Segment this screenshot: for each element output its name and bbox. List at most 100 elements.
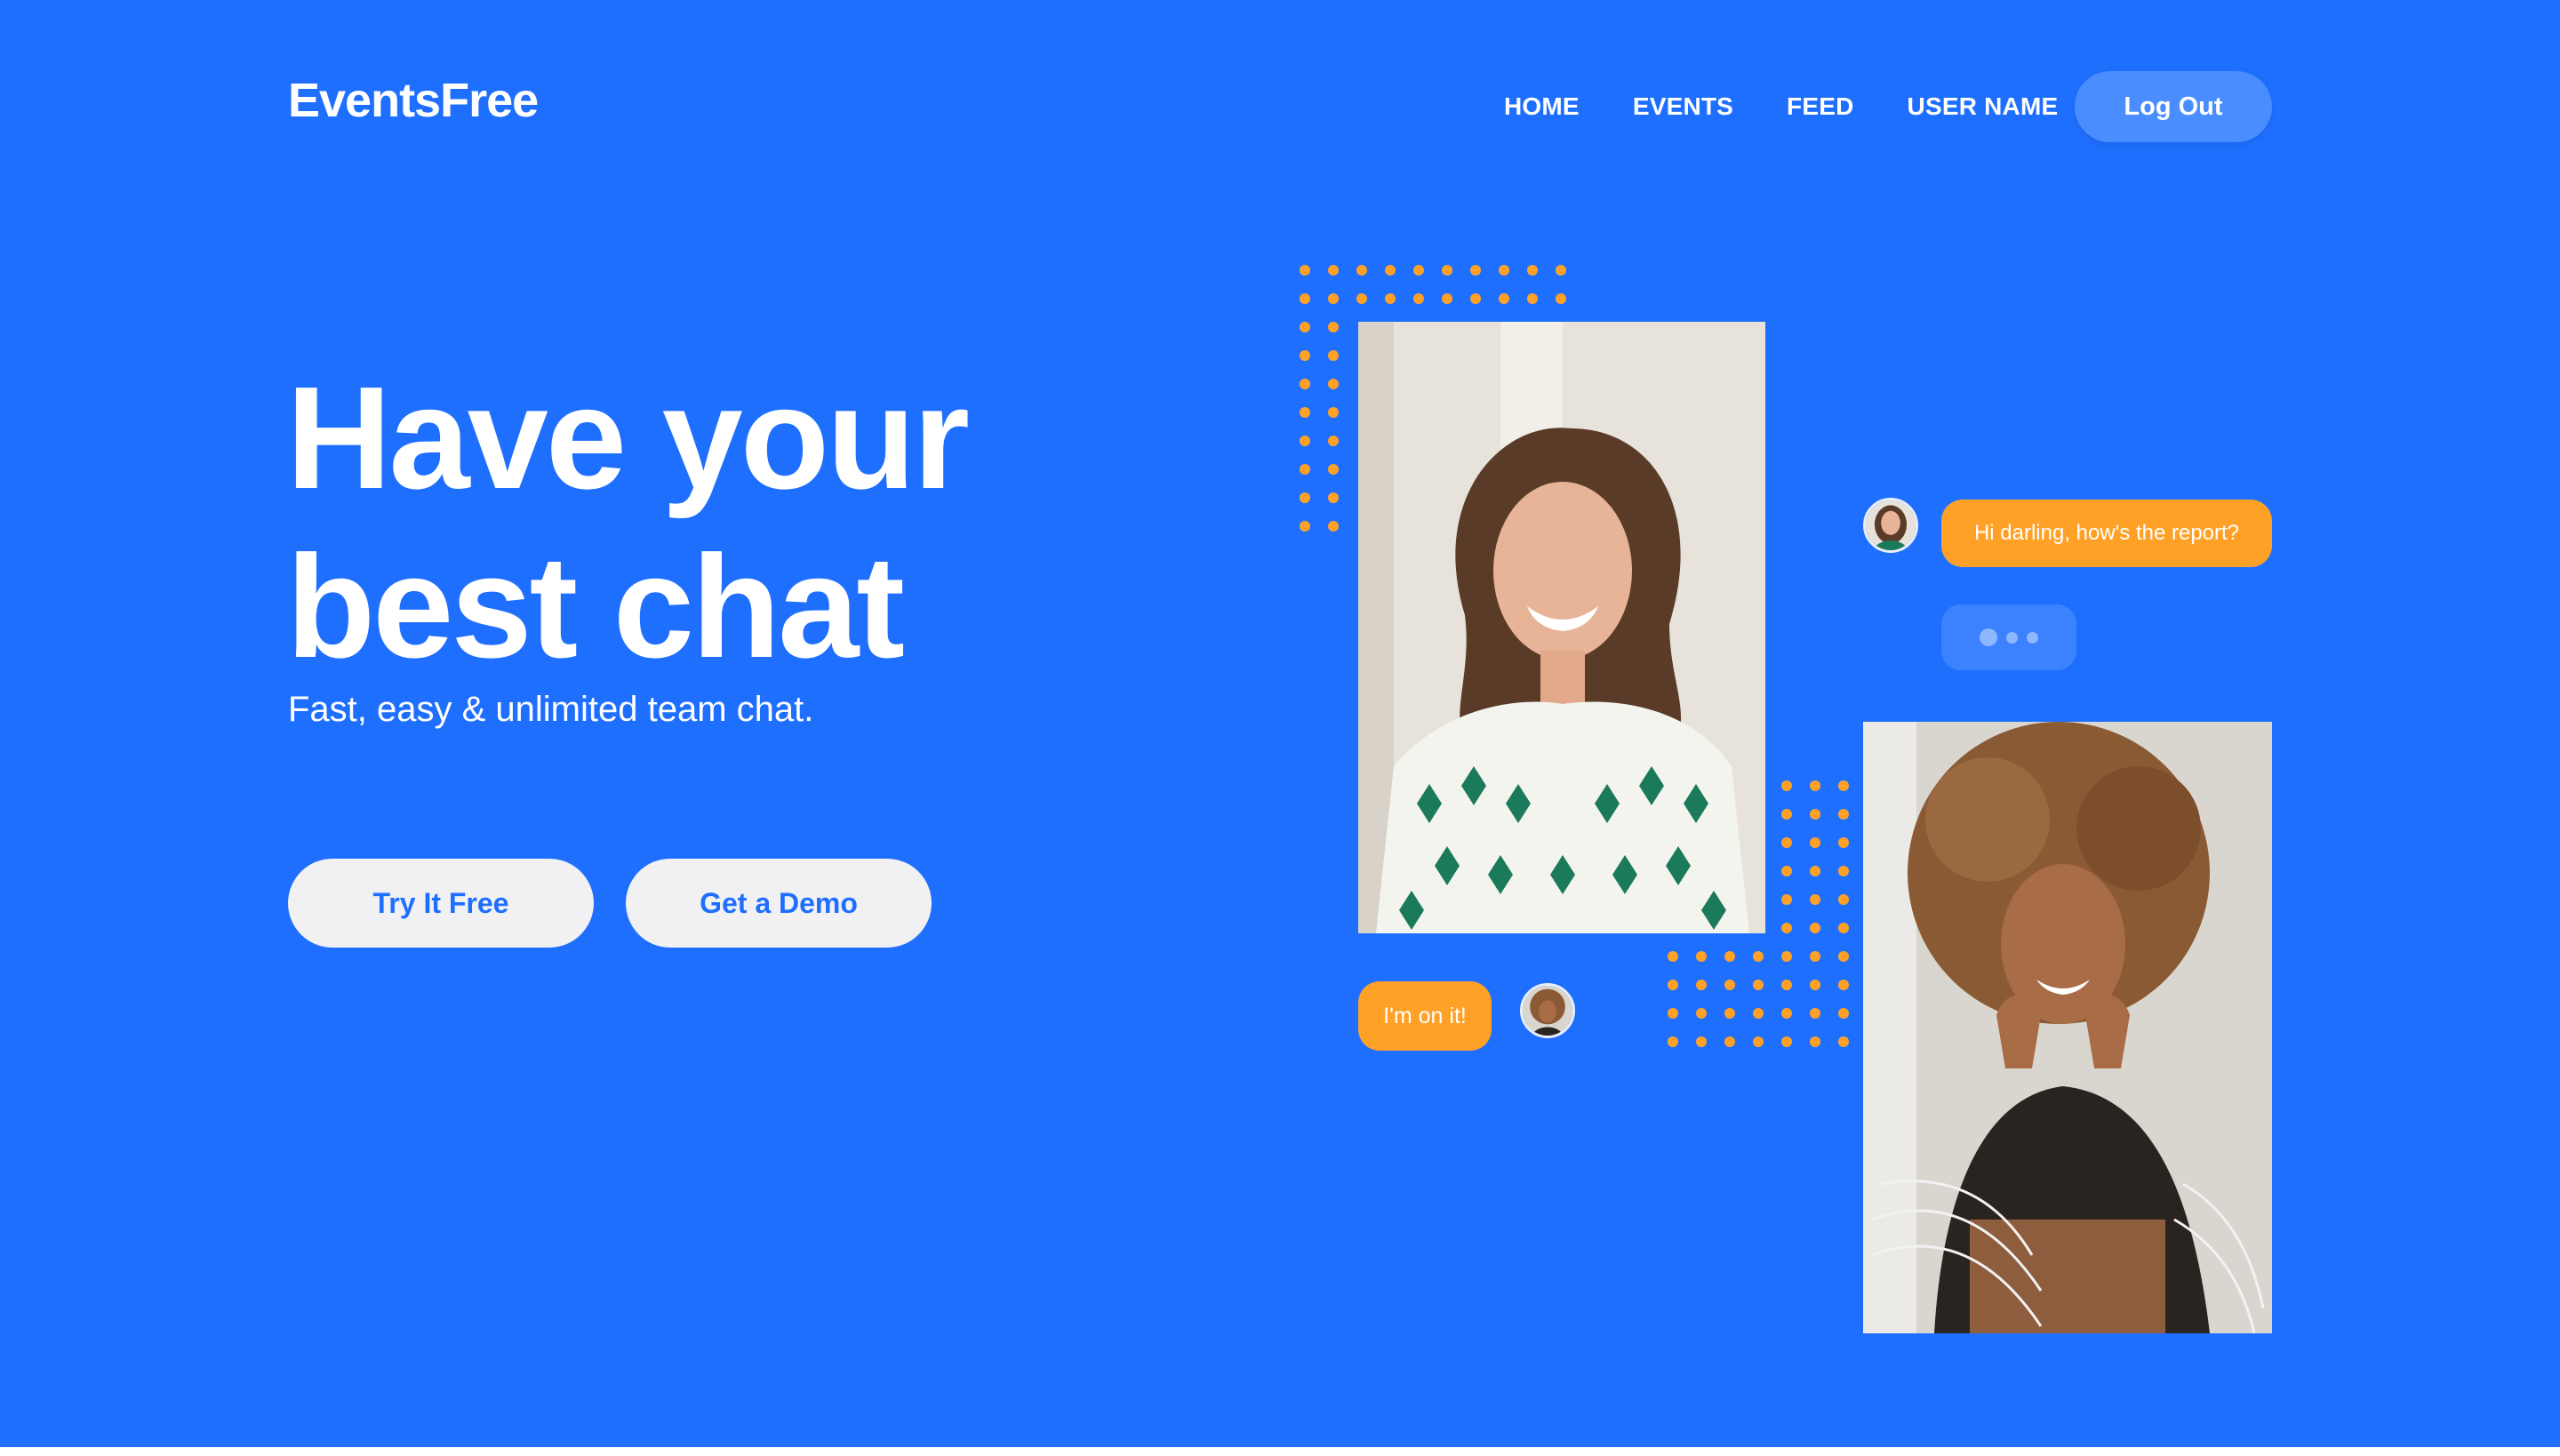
nav-events[interactable]: EVENTS: [1633, 92, 1733, 121]
chat-message-1: Hi darling, how's the report?: [1941, 500, 2272, 567]
avatar: [1863, 498, 1918, 553]
decor-dot: [1781, 894, 1792, 905]
decor-dot: [1668, 1036, 1678, 1047]
decor-dot: [1499, 293, 1509, 304]
decor-dot: [1300, 379, 1310, 389]
nav-user-name[interactable]: USER NAME: [1908, 92, 2059, 121]
decor-dot: [1838, 809, 1849, 820]
decor-dot: [1556, 293, 1566, 304]
decor-dot: [1724, 980, 1735, 990]
typing-indicator: [1941, 604, 2076, 670]
decor-dot: [1781, 1008, 1792, 1019]
decor-dot: [1810, 809, 1820, 820]
decor-dot: [1300, 492, 1310, 503]
decor-dot: [1724, 951, 1735, 962]
decor-dot: [1838, 980, 1849, 990]
decor-dot: [1300, 407, 1310, 418]
woman-photo-1: [1358, 322, 1765, 933]
decor-dot: [1300, 265, 1310, 276]
avatar: [1520, 983, 1575, 1038]
decor-dot: [1300, 521, 1310, 532]
decor-dot: [1696, 1036, 1707, 1047]
decor-dot: [1328, 492, 1339, 503]
decor-dot: [1810, 980, 1820, 990]
decor-dot: [1781, 809, 1792, 820]
decor-dot: [1724, 1008, 1735, 1019]
decor-dot: [1328, 407, 1339, 418]
main-nav: HOME EVENTS FEED USER NAME: [1458, 71, 2058, 142]
decor-dot: [1300, 350, 1310, 361]
decor-dot: [1781, 951, 1792, 962]
typing-dot: [2027, 631, 2038, 644]
decor-dot: [1810, 866, 1820, 876]
chat-message-2: I'm on it!: [1358, 981, 1492, 1051]
decor-dot: [1470, 265, 1481, 276]
decor-dot: [1781, 923, 1792, 933]
typing-dot: [1980, 628, 1997, 646]
decor-dot: [1810, 894, 1820, 905]
decor-dot: [1442, 265, 1452, 276]
try-it-free-button[interactable]: Try It Free: [288, 859, 594, 948]
decor-dot: [1300, 293, 1310, 304]
decor-dot: [1696, 1008, 1707, 1019]
headline-line-2: best chat: [286, 525, 905, 688]
decor-dot: [1838, 1008, 1849, 1019]
decor-dot: [1753, 1008, 1764, 1019]
decor-dot: [1413, 265, 1424, 276]
decor-dot: [1527, 293, 1538, 304]
decor-dot: [1328, 322, 1339, 332]
hero-headline: Have your best chat: [286, 354, 1175, 692]
logout-button[interactable]: Log Out: [2075, 71, 2272, 142]
decor-dot: [1838, 866, 1849, 876]
decor-dot: [1442, 293, 1452, 304]
nav-home[interactable]: HOME: [1504, 92, 1580, 121]
get-a-demo-button[interactable]: Get a Demo: [626, 859, 932, 948]
decor-dot: [1385, 293, 1396, 304]
decor-dot: [1810, 923, 1820, 933]
decor-dot: [1356, 265, 1367, 276]
decor-dot: [1781, 866, 1792, 876]
decor-dot: [1328, 350, 1339, 361]
decor-dot: [1724, 1036, 1735, 1047]
decor-dot: [1328, 521, 1339, 532]
decor-dot: [1810, 837, 1820, 848]
decor-dot: [1810, 951, 1820, 962]
decor-dot: [1499, 265, 1509, 276]
landing-page: EventsFree HOME EVENTS FEED USER NAME Lo…: [0, 0, 2560, 1456]
decor-dot: [1838, 923, 1849, 933]
decor-dot: [1781, 980, 1792, 990]
decor-dot: [1328, 436, 1339, 446]
decor-dot: [1838, 894, 1849, 905]
decor-dot: [1753, 980, 1764, 990]
decor-dot: [1300, 436, 1310, 446]
decor-dot: [1527, 265, 1538, 276]
decor-dot: [1696, 951, 1707, 962]
decor-dot: [1328, 379, 1339, 389]
decor-dot: [1328, 265, 1339, 276]
decor-dot: [1838, 951, 1849, 962]
decor-dot: [1556, 265, 1566, 276]
decor-dot: [1810, 1008, 1820, 1019]
decor-dot: [1300, 464, 1310, 475]
decor-dot: [1781, 837, 1792, 848]
nav-feed[interactable]: FEED: [1787, 92, 1853, 121]
decor-dot: [1470, 293, 1481, 304]
logo[interactable]: EventsFree: [288, 73, 539, 128]
decor-dot: [1668, 980, 1678, 990]
decor-dot: [1838, 1036, 1849, 1047]
decor-dot: [1328, 293, 1339, 304]
decor-dot: [1668, 951, 1678, 962]
decor-dot: [1838, 837, 1849, 848]
decor-dot: [1753, 951, 1764, 962]
decor-dot: [1781, 780, 1792, 791]
decor-dot: [1300, 322, 1310, 332]
decor-dot: [1838, 780, 1849, 791]
decor-dot: [1696, 980, 1707, 990]
headline-line-1: Have your: [286, 356, 970, 519]
page-bottom-border: [0, 1447, 2560, 1456]
decor-dot: [1356, 293, 1367, 304]
decor-dot: [1668, 1008, 1678, 1019]
decor-dot: [1413, 293, 1424, 304]
decor-dot: [1753, 1036, 1764, 1047]
decor-dot: [1810, 780, 1820, 791]
